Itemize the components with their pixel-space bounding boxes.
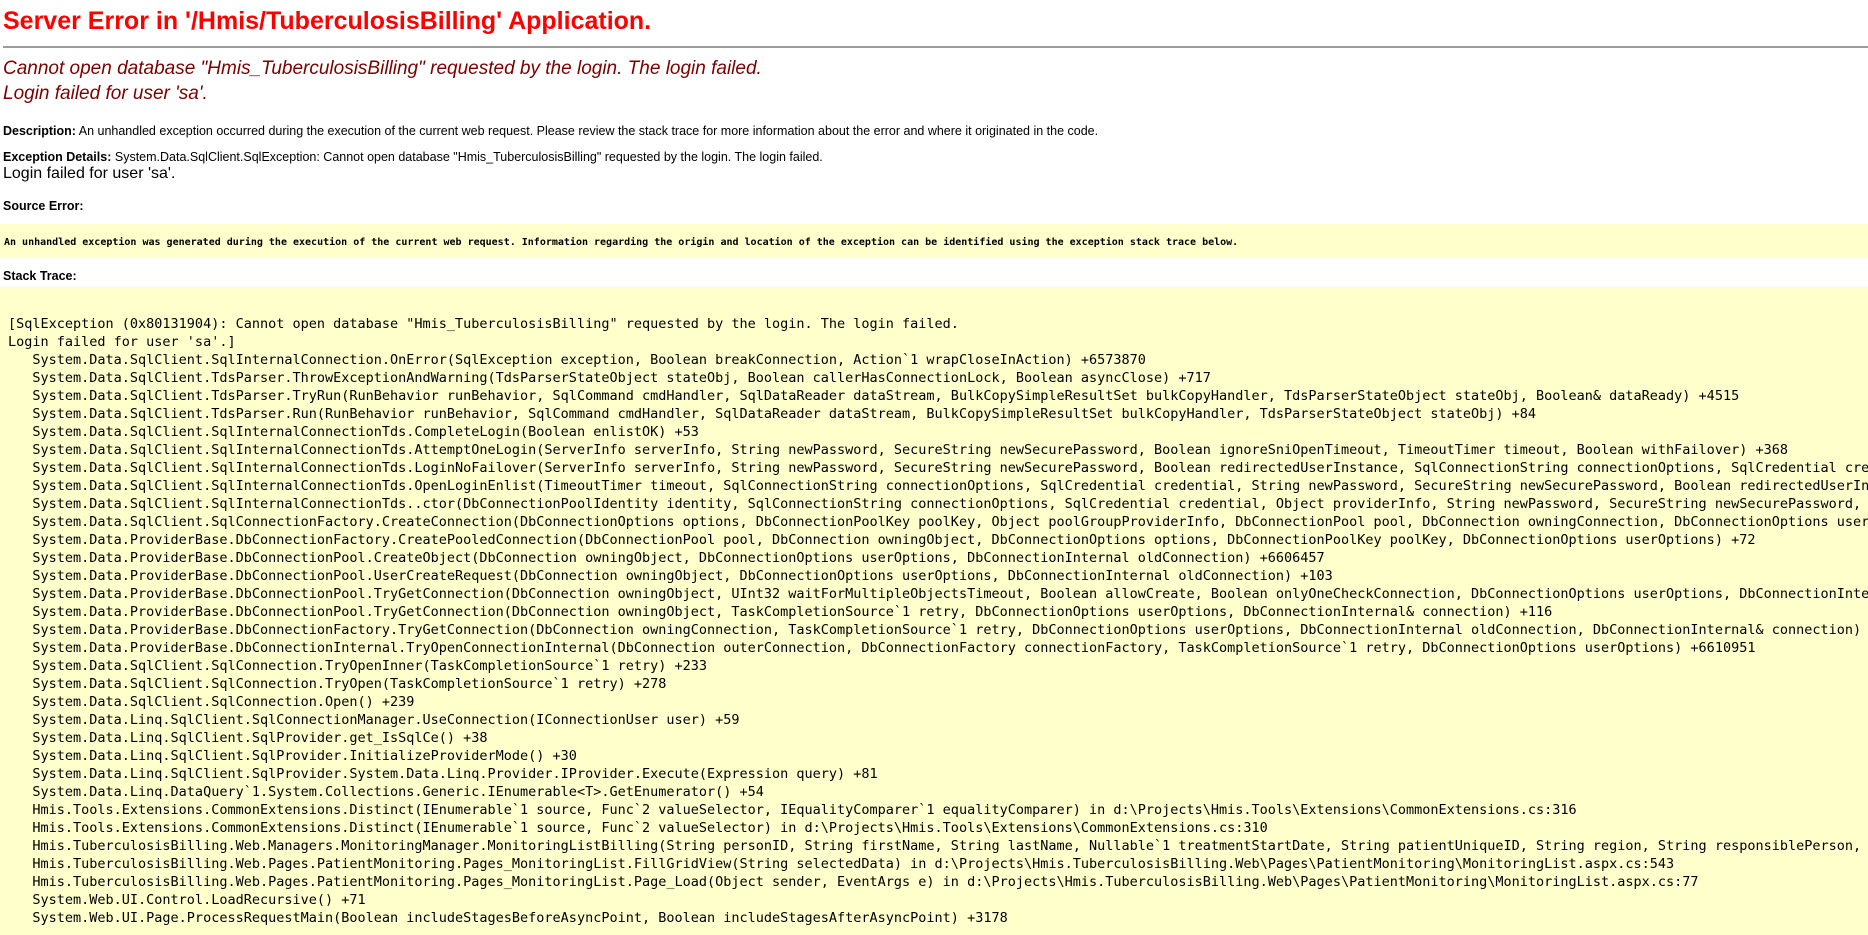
error-summary: Cannot open database "Hmis_TuberculosisB… xyxy=(3,56,1868,106)
source-error-text: An unhandled exception was generated dur… xyxy=(4,237,1238,248)
exception-details-line2: Login failed for user 'sa'. xyxy=(3,165,1868,183)
error-summary-line2: Login failed for user 'sa'. xyxy=(3,81,1868,106)
title-divider xyxy=(3,46,1868,48)
stack-trace-label: Stack Trace: xyxy=(3,269,77,283)
error-summary-line1: Cannot open database "Hmis_TuberculosisB… xyxy=(3,56,1868,81)
source-error-row: Source Error: xyxy=(3,199,1868,215)
stack-trace-text: [SqlException (0x80131904): Cannot open … xyxy=(8,297,1868,927)
exception-details-row: Exception Details: System.Data.SqlClient… xyxy=(3,150,1868,166)
source-error-label: Source Error: xyxy=(3,199,84,213)
stack-trace-row: Stack Trace: xyxy=(3,269,1868,285)
description-label: Description: xyxy=(3,124,76,138)
exception-details-text: System.Data.SqlClient.SqlException: Cann… xyxy=(115,150,823,164)
aspnet-error-page: Server Error in '/Hmis/TuberculosisBilli… xyxy=(0,6,1868,935)
exception-details-label: Exception Details: xyxy=(3,150,111,164)
page-title: Server Error in '/Hmis/TuberculosisBilli… xyxy=(3,6,1868,36)
stack-trace-box: [SqlException (0x80131904): Cannot open … xyxy=(0,287,1868,935)
source-error-box: An unhandled exception was generated dur… xyxy=(0,224,1868,257)
description-row: Description: An unhandled exception occu… xyxy=(3,124,1868,140)
description-text: An unhandled exception occurred during t… xyxy=(79,124,1098,138)
